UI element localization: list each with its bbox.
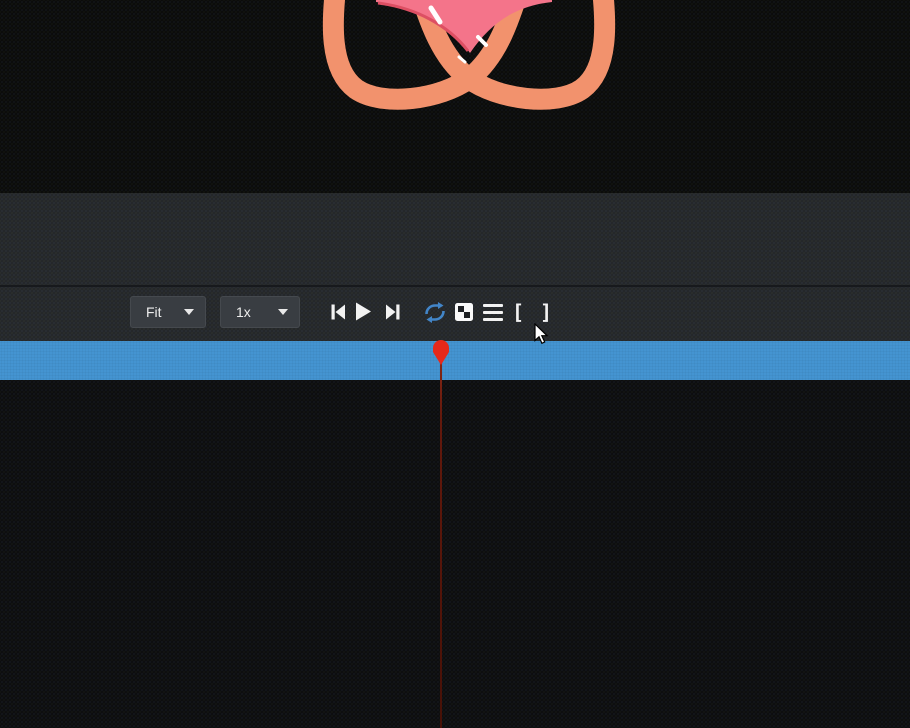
animation-frame xyxy=(0,0,910,193)
animation-preview xyxy=(0,0,910,193)
fit-select-value: Fit xyxy=(146,304,162,320)
timeline-track[interactable] xyxy=(0,341,910,380)
speed-select-value: 1x xyxy=(236,304,251,320)
workspace-area xyxy=(0,380,910,728)
speed-select[interactable]: 1x xyxy=(220,296,300,328)
skip-end-button[interactable] xyxy=(385,302,401,322)
controls-panel: Fit 1x xyxy=(0,193,910,341)
checkerboard-button[interactable] xyxy=(455,303,473,321)
skip-to-start-icon xyxy=(330,302,346,322)
chevron-down-icon xyxy=(278,309,288,315)
chevron-down-icon xyxy=(184,309,194,315)
playhead-line xyxy=(440,356,442,728)
panel-divider xyxy=(0,285,910,287)
in-bracket-icon: [ xyxy=(512,301,524,323)
skip-start-button[interactable] xyxy=(330,302,346,322)
frame-list-icon xyxy=(483,304,503,321)
frame-list-button[interactable] xyxy=(483,304,503,321)
skip-to-end-icon xyxy=(385,302,401,322)
play-icon xyxy=(354,301,372,322)
play-button[interactable] xyxy=(354,301,372,322)
playhead-marker[interactable] xyxy=(431,338,451,368)
checkerboard-icon xyxy=(455,303,473,321)
out-point-button[interactable]: ] xyxy=(540,300,552,324)
fit-select[interactable]: Fit xyxy=(130,296,206,328)
app-window: Fit 1x xyxy=(0,0,910,728)
in-point-button[interactable]: [ xyxy=(512,300,524,324)
out-bracket-icon: ] xyxy=(540,301,552,323)
loop-icon xyxy=(423,302,447,323)
loop-button[interactable] xyxy=(423,302,447,323)
mouse-cursor-icon xyxy=(534,323,550,346)
